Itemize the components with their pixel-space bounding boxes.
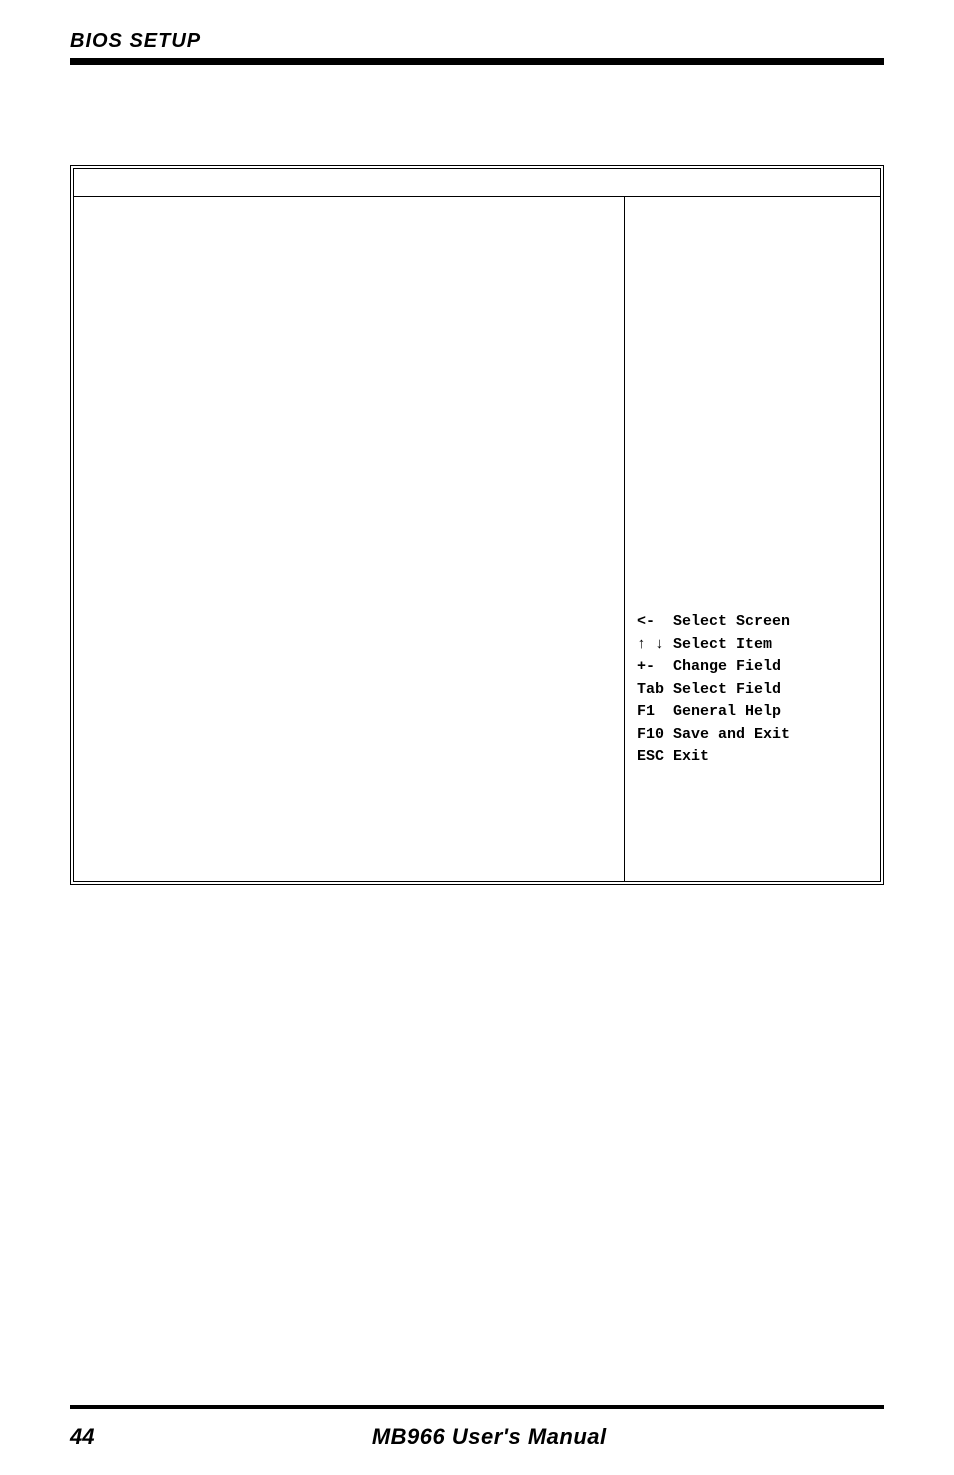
bios-screen: <- Select Screen ↑ ↓ Select Item +- Chan… — [70, 165, 884, 885]
header-underline — [70, 58, 884, 65]
bios-body: <- Select Screen ↑ ↓ Select Item +- Chan… — [74, 197, 880, 881]
bios-title-row — [74, 169, 880, 197]
page-footer: 44 MB966 User's Manual — [0, 1405, 954, 1450]
help-save-exit: F10 Save and Exit — [637, 724, 868, 747]
help-select-field: Tab Select Field — [637, 679, 868, 702]
page-header: BIOS SETUP — [0, 0, 954, 75]
help-select-screen: <- Select Screen — [637, 611, 868, 634]
bios-main-panel[interactable] — [74, 197, 625, 881]
help-select-item: ↑ ↓ Select Item — [637, 634, 868, 657]
footer-line — [70, 1405, 884, 1409]
page-number: 44 — [70, 1424, 94, 1450]
help-exit: ESC Exit — [637, 746, 868, 769]
footer-title: MB966 User's Manual — [94, 1424, 884, 1450]
footer-content: 44 MB966 User's Manual — [0, 1424, 954, 1450]
header-title: BIOS SETUP — [70, 30, 884, 53]
help-change-field: +- Change Field — [637, 656, 868, 679]
help-general-help: F1 General Help — [637, 701, 868, 724]
bios-help-panel: <- Select Screen ↑ ↓ Select Item +- Chan… — [625, 197, 880, 881]
